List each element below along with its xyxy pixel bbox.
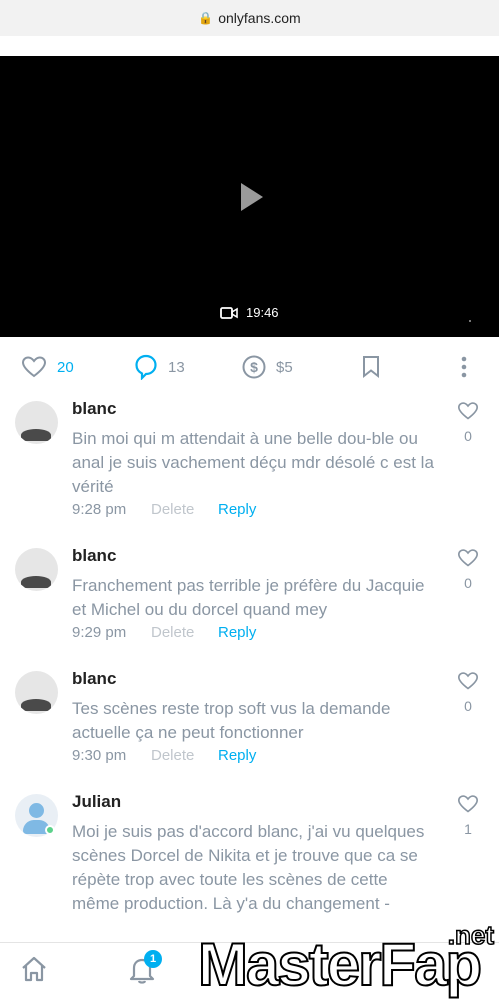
- avatar[interactable]: [15, 401, 58, 444]
- comment-time: 9:28 pm: [72, 501, 127, 518]
- comment-meta: 9:29 pm Delete Reply: [72, 624, 256, 641]
- comment-like-button[interactable]: 0: [457, 671, 479, 714]
- notification-badge: 1: [144, 950, 162, 968]
- comment-text: Moi je suis pas d'accord blanc, j'ai vu …: [72, 822, 425, 913]
- watermark-logo: MasterFap .net: [190, 919, 499, 1000]
- comment-author[interactable]: blanc: [72, 669, 116, 689]
- tip-amount: $5: [276, 358, 293, 376]
- video-duration: 19:46: [220, 305, 279, 320]
- reply-link[interactable]: Reply: [218, 747, 256, 764]
- more-options-button[interactable]: [455, 345, 483, 389]
- nav-home[interactable]: [20, 955, 48, 988]
- avatar[interactable]: [15, 671, 58, 714]
- video-indicator: [469, 320, 471, 322]
- comment-like-button[interactable]: 0: [457, 548, 479, 591]
- heart-icon: [21, 356, 47, 378]
- comment-text: Bin moi qui m attendait à une belle dou-…: [72, 429, 434, 496]
- post-actions: 20 13 $ $5: [0, 345, 499, 389]
- avatar[interactable]: [15, 548, 58, 591]
- url-text: onlyfans.com: [218, 10, 301, 26]
- heart-icon: [457, 402, 479, 420]
- delete-link[interactable]: Delete: [151, 501, 218, 518]
- svg-text:$: $: [250, 359, 258, 375]
- bookmark-button[interactable]: [361, 345, 391, 389]
- delete-link[interactable]: Delete: [151, 747, 218, 764]
- video-camera-icon: [220, 306, 238, 319]
- online-status-dot: [45, 825, 55, 835]
- browser-url-bar[interactable]: 🔒 onlyfans.com: [0, 0, 499, 56]
- delete-link[interactable]: Delete: [151, 624, 218, 641]
- comment-text: Tes scènes reste trop soft vus la demand…: [72, 699, 391, 742]
- like-count: 20: [57, 358, 74, 376]
- comment-author[interactable]: Julian: [72, 792, 121, 812]
- watermark-text: MasterFap: [197, 930, 483, 999]
- heart-icon: [457, 549, 479, 567]
- comment-like-count: 0: [464, 428, 472, 444]
- more-vertical-icon: [461, 356, 467, 378]
- comment-like-count: 0: [464, 575, 472, 591]
- heart-icon: [457, 795, 479, 813]
- comment-time: 9:29 pm: [72, 624, 127, 641]
- comment-like-count: 0: [464, 698, 472, 714]
- comment-like-button[interactable]: 0: [457, 401, 479, 444]
- comment-like-button[interactable]: 1: [457, 794, 479, 837]
- comment-time: 9:30 pm: [72, 747, 127, 764]
- watermark-suffix: .net: [447, 919, 495, 951]
- comment-meta: 9:30 pm Delete Reply: [72, 747, 256, 764]
- comment-button[interactable]: 13: [134, 345, 185, 389]
- tip-button[interactable]: $ $5: [242, 345, 293, 389]
- nav-notifications[interactable]: 1: [128, 950, 162, 990]
- home-icon: [22, 956, 46, 982]
- comment-icon: [135, 354, 157, 380]
- play-icon[interactable]: [241, 183, 263, 211]
- comment-author[interactable]: blanc: [72, 399, 116, 419]
- duration-text: 19:46: [246, 305, 279, 320]
- dollar-icon: $: [242, 355, 266, 379]
- comment-text: Franchement pas terrible je préfère du J…: [72, 576, 425, 619]
- comment-like-count: 1: [464, 821, 472, 837]
- like-button[interactable]: 20: [21, 345, 74, 389]
- comment-meta: 9:28 pm Delete Reply: [72, 501, 256, 518]
- comment-count: 13: [168, 358, 185, 376]
- reply-link[interactable]: Reply: [218, 501, 256, 518]
- comment-author[interactable]: blanc: [72, 546, 116, 566]
- bookmark-icon: [363, 356, 379, 379]
- reply-link[interactable]: Reply: [218, 624, 256, 641]
- lock-icon: 🔒: [198, 11, 214, 25]
- heart-icon: [457, 672, 479, 690]
